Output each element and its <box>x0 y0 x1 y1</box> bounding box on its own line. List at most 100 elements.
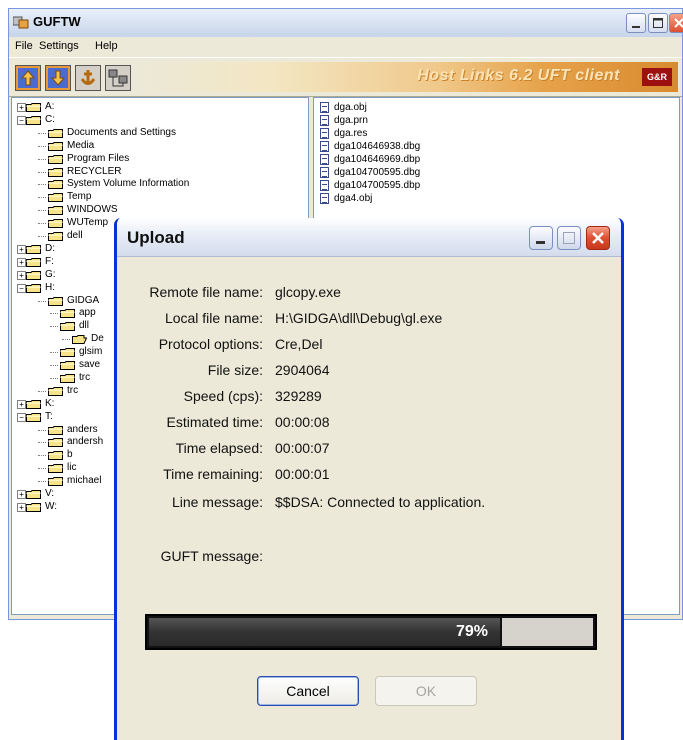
field-value: Cre,Del <box>275 336 323 352</box>
field-value: H:\GIDGA\dll\Debug\gl.exe <box>275 310 443 326</box>
field-label: Remote file name: <box>149 284 263 300</box>
tree-item[interactable]: − C: <box>12 113 308 127</box>
maximize-icon <box>563 232 575 244</box>
toolbar: Host Links 6.2 UFT client G&R <box>9 57 682 97</box>
expand-icon[interactable]: + <box>17 270 26 280</box>
folder-icon <box>60 361 75 370</box>
folder-icon <box>48 193 63 203</box>
maximize-button[interactable] <box>648 13 668 33</box>
close-button[interactable] <box>669 13 683 33</box>
folder-icon <box>60 348 75 358</box>
field-label: Line message: <box>171 494 263 510</box>
field-label: File size: <box>207 362 263 378</box>
product-banner: Host Links 6.2 UFT client G&R <box>139 62 678 92</box>
tree-item-label: Program Files <box>67 152 130 164</box>
menu-file[interactable]: File <box>15 40 33 52</box>
expand-icon[interactable]: + <box>17 257 26 267</box>
dialog-close-button[interactable] <box>586 226 610 250</box>
folder-icon <box>48 296 63 306</box>
tree-item[interactable]: Documents and Settings <box>12 126 308 140</box>
tree-item[interactable]: System Volume Information <box>12 177 308 191</box>
field-label: Time remaining: <box>163 466 263 482</box>
download-button[interactable] <box>45 65 71 91</box>
dialog-minimize-button[interactable] <box>529 226 553 250</box>
field-value: 2904064 <box>275 362 330 378</box>
tree-item[interactable]: Program Files <box>12 152 308 166</box>
tree-item[interactable]: Temp <box>12 190 308 204</box>
collapse-icon[interactable]: − <box>17 412 26 422</box>
folder-icon <box>26 490 41 499</box>
expand-icon[interactable]: + <box>17 399 26 409</box>
tree-connector <box>38 132 46 134</box>
collapse-icon[interactable]: − <box>17 115 26 125</box>
document-icon <box>320 141 329 152</box>
tree-item-label: G: <box>45 268 56 280</box>
folder-icon <box>48 128 63 138</box>
folder-icon <box>48 451 63 461</box>
field-value: 00:00:01 <box>275 466 330 482</box>
dialog-maximize-button[interactable] <box>557 226 581 250</box>
tree-item[interactable]: Media <box>12 139 308 153</box>
file-name: dga104700595.dbg <box>334 167 421 178</box>
main-title: GUFTW <box>33 14 81 29</box>
folder-icon <box>48 167 63 177</box>
document-icon <box>320 193 329 204</box>
folder-icon <box>48 425 63 435</box>
anchor-button[interactable] <box>75 65 101 91</box>
expand-icon[interactable]: + <box>17 490 26 499</box>
banner-text: Host Links 6.2 UFT client <box>417 67 620 84</box>
expand-icon[interactable]: + <box>17 502 26 512</box>
minimize-button[interactable] <box>626 13 646 33</box>
tree-item-label: System Volume Information <box>67 178 190 190</box>
tree-item-label: WINDOWS <box>67 204 118 216</box>
tree-connector <box>38 145 46 147</box>
field-label: Estimated time: <box>166 414 263 430</box>
menu-settings[interactable]: Settings <box>39 40 79 52</box>
folder-icon <box>48 438 63 448</box>
upload-arrow-icon <box>18 68 38 88</box>
upload-titlebar[interactable]: Upload <box>117 218 621 257</box>
minimize-icon <box>632 26 640 28</box>
upload-progress-bar: 79% <box>145 614 597 650</box>
connect-button[interactable] <box>105 65 131 91</box>
folder-icon <box>48 477 63 487</box>
document-icon <box>320 115 329 126</box>
expand-icon[interactable]: + <box>17 103 26 112</box>
tree-connector <box>50 326 58 328</box>
field-label: Speed (cps): <box>183 388 263 404</box>
tree-item-label: RECYCLER <box>67 165 122 177</box>
tree-item-label: C: <box>45 113 55 125</box>
field-value: 329289 <box>275 388 322 404</box>
app-icon <box>13 16 29 29</box>
file-name: dga104646938.dbg <box>334 141 421 152</box>
tree-connector <box>38 390 46 392</box>
tree-item-label: glsim <box>79 346 103 358</box>
tree-item[interactable]: RECYCLER <box>12 165 308 179</box>
tree-item-label: A: <box>45 101 55 112</box>
tree-connector <box>38 481 46 483</box>
ok-button[interactable]: OK <box>375 676 477 706</box>
document-icon <box>320 154 329 165</box>
file-name: dga104700595.dbp <box>334 180 421 191</box>
folder-icon <box>26 270 41 280</box>
menu-help[interactable]: Help <box>95 40 118 52</box>
tree-item-label: anders <box>67 423 98 435</box>
tree-item-label: app <box>79 307 96 319</box>
folder-icon <box>26 257 41 267</box>
tree-item[interactable]: WINDOWS <box>12 203 308 217</box>
tree-item-label: Documents and Settings <box>67 126 176 138</box>
field-label: Local file name: <box>164 310 263 326</box>
upload-button[interactable] <box>15 65 41 91</box>
collapse-icon[interactable]: − <box>17 283 26 293</box>
tree-item-label: WUTemp <box>67 217 109 229</box>
expand-icon[interactable]: + <box>17 244 26 254</box>
file-name: dga.prn <box>334 115 368 126</box>
tree-item-label: dll <box>79 320 90 332</box>
tree-item-label: b <box>67 449 73 461</box>
tree-item[interactable]: + A: <box>12 100 308 114</box>
tree-item-label: Temp <box>67 191 92 203</box>
main-titlebar[interactable]: GUFTW <box>9 9 683 38</box>
tree-item-label: D: <box>45 242 55 254</box>
tree-connector <box>50 352 58 354</box>
cancel-button[interactable]: Cancel <box>257 676 359 706</box>
